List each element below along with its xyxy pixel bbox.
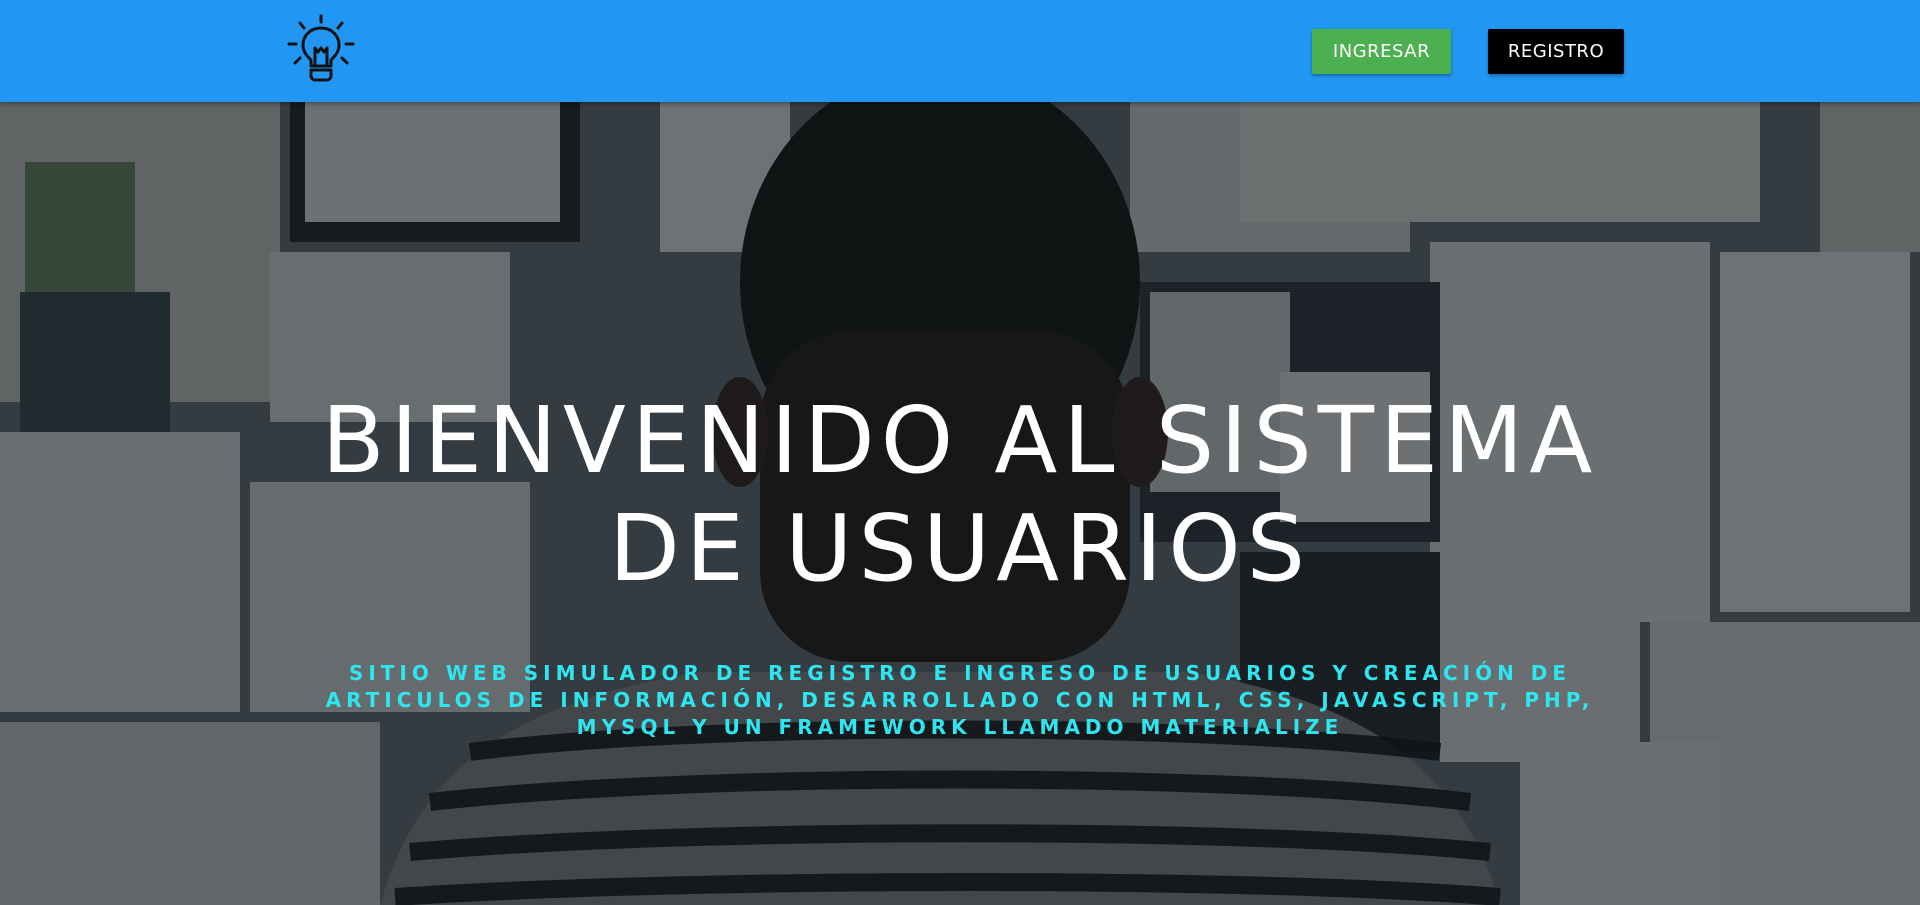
register-button[interactable]: REGISTRO — [1488, 29, 1624, 74]
hero-section: BIENVENIDO AL SISTEMA DE USUARIOS SITIO … — [0, 102, 1920, 905]
top-navbar: INGRESAR REGISTRO — [0, 0, 1920, 102]
login-button[interactable]: INGRESAR — [1312, 29, 1451, 74]
lightbulb-icon[interactable] — [286, 14, 356, 84]
hero-title: BIENVENIDO AL SISTEMA DE USUARIOS — [321, 387, 1599, 602]
hero-subtitle: SITIO WEB SIMULADOR DE REGISTRO E INGRES… — [325, 661, 1595, 739]
